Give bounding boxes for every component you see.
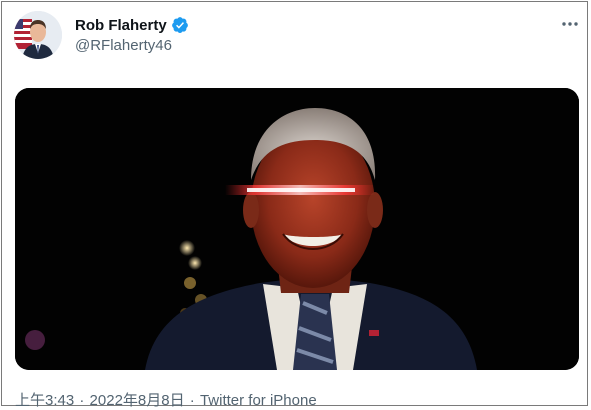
more-horizontal-icon (562, 22, 578, 26)
tweet-date[interactable]: 2022年8月8日 (90, 392, 185, 409)
tweet-timestamp-row: 上午3:43 · 2022年8月8日 · Twitter for iPhone (15, 389, 317, 410)
tweet-media-photo[interactable] (15, 88, 579, 370)
tweet-card: Rob Flaherty @RFlaherty46 上午3:43 · 2022年… (1, 1, 588, 409)
meta-separator: · (79, 392, 85, 409)
author-name-row[interactable]: Rob Flaherty (75, 15, 189, 35)
author-handle[interactable]: @RFlaherty46 (75, 37, 172, 54)
tweet-source-link[interactable]: Twitter for iPhone (200, 392, 317, 409)
tweet-time[interactable]: 上午3:43 (15, 392, 74, 409)
author-display-name[interactable]: Rob Flaherty (75, 17, 167, 34)
verified-badge-icon (171, 17, 188, 34)
more-options-button[interactable] (558, 14, 582, 34)
meta-separator: · (189, 392, 195, 409)
media-image (15, 88, 579, 370)
avatar-image (14, 11, 62, 59)
author-avatar[interactable] (14, 11, 62, 59)
